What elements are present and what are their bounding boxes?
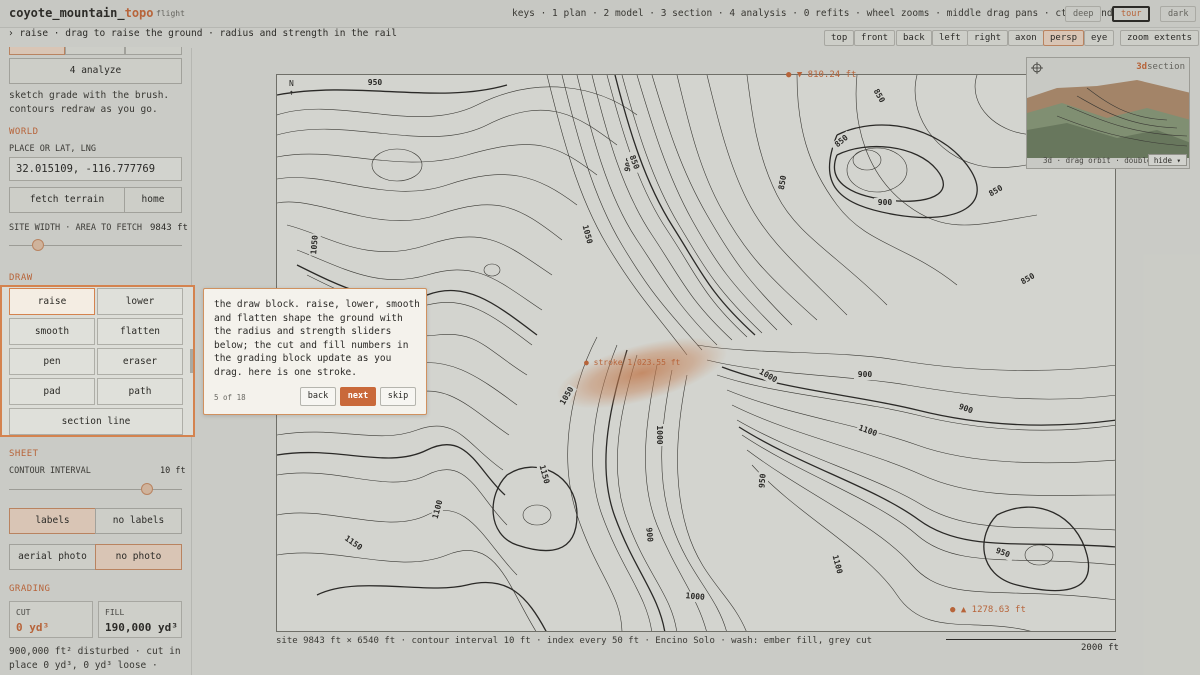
fill-label: FILL <box>105 608 125 617</box>
contour-label: 900 <box>858 370 873 379</box>
view-front-button[interactable]: front <box>854 30 896 46</box>
view-persp-button[interactable]: persp <box>1043 30 1085 46</box>
inset-hide-button[interactable]: hide ▾ <box>1147 154 1187 166</box>
section-line-button[interactable]: section line <box>9 408 183 435</box>
tour-skip-button[interactable]: skip <box>380 387 416 406</box>
draw-block: raise lower smooth flatten pen eraser pa… <box>0 285 195 437</box>
inset-title-accent: 3d <box>1136 62 1148 72</box>
tool-hint: › raise · drag to raise the ground · rad… <box>8 28 397 39</box>
mode-dark-button[interactable]: dark <box>1160 6 1197 22</box>
view-top-button[interactable]: top <box>824 30 855 46</box>
contour-label: 1000 <box>685 591 705 602</box>
tour-popover: the draw block. raise, lower, smooth and… <box>203 288 427 415</box>
fill-value: 190,000 yd³ <box>105 621 178 634</box>
tour-step: 5 of 18 <box>214 393 246 402</box>
3d-section-inset[interactable]: 3dsection 3d · drag orbit · double- hide… <box>1026 57 1190 169</box>
tool-lower-button[interactable]: lower <box>97 288 183 315</box>
mode-deep-button[interactable]: deep <box>1065 6 1102 22</box>
place-label: PLACE OR LAT, LNG <box>9 144 96 154</box>
app-badge: flight <box>156 9 185 18</box>
tour-text: the draw block. raise, lower, smooth and… <box>214 299 420 378</box>
contour-label: 950 <box>368 78 383 87</box>
inset-footer: 3d · drag orbit · double- <box>1043 156 1156 165</box>
contour-label: 950 <box>757 473 767 488</box>
aerial-photo-toggle[interactable]: aerial photo <box>9 544 96 570</box>
zoom-extents-button[interactable]: zoom extents <box>1120 30 1200 46</box>
top-bar: coyote_mountain_topo flight keys · 1 pla… <box>0 0 1200 28</box>
world-section-title: WORLD <box>9 127 39 137</box>
home-button[interactable]: home <box>124 187 182 213</box>
cut-stat: CUT 0 yd³ <box>9 601 93 638</box>
tool-pad-button[interactable]: pad <box>9 378 95 405</box>
contour-interval-label: CONTOUR INTERVAL <box>9 466 91 476</box>
inset-title: 3dsection <box>1136 62 1185 72</box>
analyze-button[interactable]: 4 analyze <box>9 58 182 84</box>
fill-stat: FILL 190,000 yd³ <box>98 601 182 638</box>
draw-section-title: DRAW <box>9 273 33 283</box>
view-left-button[interactable]: left <box>932 30 968 46</box>
contour-interval-slider-track[interactable] <box>9 489 182 490</box>
cut-label: CUT <box>16 608 31 617</box>
no-labels-toggle[interactable]: no labels <box>95 508 182 534</box>
tool-pen-button[interactable]: pen <box>9 348 95 375</box>
sidebar-scrollbar[interactable] <box>190 349 193 373</box>
contour-label: 900 <box>878 198 893 207</box>
contour-label: 1050 <box>309 235 320 255</box>
no-photo-toggle[interactable]: no photo <box>95 544 182 570</box>
fetch-terrain-button[interactable]: fetch terrain <box>9 187 125 213</box>
map-caption: site 9843 ft × 6540 ft · contour interva… <box>276 636 873 646</box>
north-arrow: N ↑ <box>289 79 294 97</box>
scale-label: 2000 ft <box>1081 643 1119 653</box>
draw-intro-text: sketch grade with the brush. contours re… <box>9 90 170 115</box>
view-eye-button[interactable]: eye <box>1084 30 1115 46</box>
keyboard-shortcuts: keys · 1 plan · 2 model · 3 section · 4 … <box>512 8 1119 19</box>
tab-plan-partial[interactable] <box>9 47 65 55</box>
tool-raise-button[interactable]: raise <box>9 288 95 315</box>
tour-back-button[interactable]: back <box>300 387 336 406</box>
elevation-max-marker: ● ▲ 1278.63 ft <box>950 605 1026 615</box>
stroke-marker: ● stroke 1,023.55 ft <box>584 358 681 367</box>
view-axon-button[interactable]: axon <box>1008 30 1044 46</box>
tab-section-partial[interactable] <box>125 47 182 55</box>
contour-label: 900 <box>644 527 654 542</box>
place-input[interactable]: 32.015109, -116.777769 <box>9 157 182 181</box>
app-title: coyote_mountain_topo <box>9 6 154 20</box>
labels-toggle[interactable]: labels <box>9 508 96 534</box>
contour-interval-value: 10 ft <box>160 466 186 476</box>
mode-tour-button[interactable]: tour <box>1112 6 1151 22</box>
elevation-min-marker: ● ▼ 810.24 ft <box>786 70 857 80</box>
tool-path-button[interactable]: path <box>97 378 183 405</box>
tab-model-partial[interactable] <box>65 47 125 55</box>
view-right-button[interactable]: right <box>967 30 1009 46</box>
tool-flatten-button[interactable]: flatten <box>97 318 183 345</box>
3d-terrain-preview[interactable] <box>1027 58 1190 169</box>
view-back-button[interactable]: back <box>896 30 932 46</box>
site-width-label: SITE WIDTH · AREA TO FETCH <box>9 223 143 233</box>
tool-eraser-button[interactable]: eraser <box>97 348 183 375</box>
cut-value: 0 yd³ <box>16 621 50 634</box>
scale-bar <box>946 639 1116 640</box>
tour-next-button[interactable]: next <box>340 387 376 406</box>
grading-summary: 900,000 ft² disturbed · cut in place 0 y… <box>9 646 181 675</box>
site-width-value: 9843 ft <box>150 223 188 233</box>
contour-label: 1000 <box>655 425 664 444</box>
tool-smooth-button[interactable]: smooth <box>9 318 95 345</box>
fill-wash-stroke <box>556 337 728 409</box>
north-label: N <box>289 79 294 88</box>
grading-section-title: GRADING <box>9 584 51 594</box>
sheet-section-title: SHEET <box>9 449 39 459</box>
app-title-accent: topo <box>124 6 154 20</box>
inset-title-rest: section <box>1147 62 1185 72</box>
app-title-main: coyote_mountain_ <box>9 6 125 20</box>
